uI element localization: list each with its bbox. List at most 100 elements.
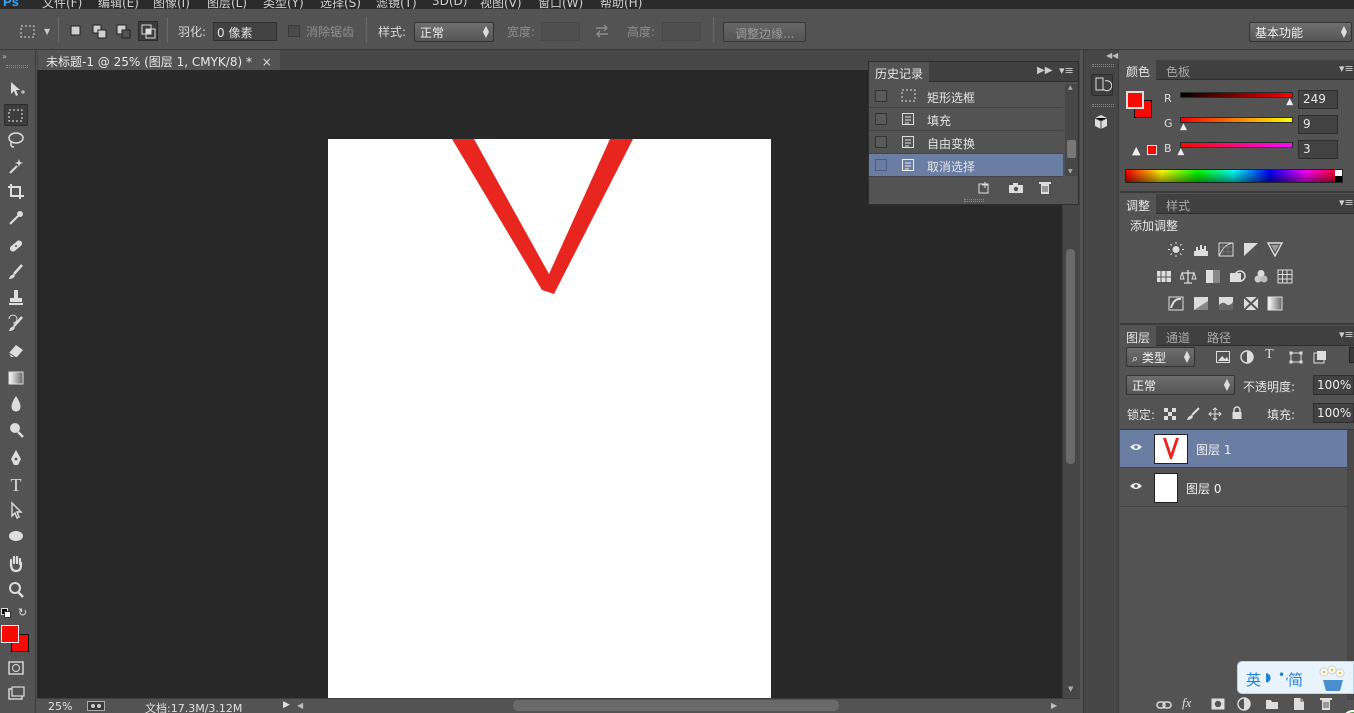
- history-snapshot-checkbox[interactable]: [875, 136, 887, 148]
- scroll-down-icon[interactable]: ▼: [1068, 168, 1073, 175]
- refine-edge-button[interactable]: 调整边缘...: [723, 22, 807, 42]
- lock-pixels-brush-icon[interactable]: [1186, 407, 1200, 421]
- tab-adjustments[interactable]: 调整: [1120, 194, 1157, 214]
- foreground-color-swatch[interactable]: [1, 625, 19, 643]
- g-slider-knob[interactable]: ▲: [1180, 122, 1187, 132]
- gamut-color-swatch[interactable]: [1147, 145, 1157, 155]
- menu-3d[interactable]: 3D(D): [432, 0, 467, 8]
- filter-shape-icon[interactable]: [1289, 351, 1303, 364]
- ime-mode[interactable]: 简: [1288, 669, 1303, 690]
- tab-color[interactable]: 颜色: [1120, 60, 1157, 80]
- scroll-down-icon[interactable]: ▼: [1068, 685, 1073, 693]
- brightness-icon[interactable]: [1168, 242, 1185, 257]
- preset-dropdown-icon[interactable]: ▼: [44, 27, 50, 36]
- photo-filter-icon[interactable]: [1229, 269, 1246, 284]
- blur-tool-icon[interactable]: [4, 394, 28, 416]
- filter-toggle[interactable]: [1349, 347, 1354, 363]
- black-white-icon[interactable]: [1205, 269, 1222, 284]
- levels-icon[interactable]: [1193, 242, 1210, 257]
- eye-icon[interactable]: [1130, 482, 1142, 490]
- history-scroll-thumb[interactable]: [1067, 140, 1076, 158]
- panel-grip[interactable]: [964, 199, 984, 202]
- crop-tool-icon[interactable]: [4, 182, 28, 204]
- antialias-checkbox[interactable]: [288, 25, 300, 37]
- trash-icon[interactable]: [1038, 181, 1052, 195]
- history-item-selected[interactable]: 取消选择: [869, 154, 1063, 177]
- zoom-level[interactable]: 25%: [48, 700, 72, 713]
- posterize-icon[interactable]: [1193, 296, 1210, 311]
- tab-swatches[interactable]: 色板: [1160, 60, 1196, 80]
- dock-grip[interactable]: [1092, 104, 1114, 107]
- gamut-warning-icon[interactable]: ▲: [1132, 144, 1140, 157]
- workspace-select[interactable]: 基本功能 ▲ ▼: [1249, 22, 1352, 42]
- new-adjustment-layer-icon[interactable]: [1237, 697, 1251, 711]
- ellipse-tool-icon[interactable]: [4, 526, 28, 548]
- document-tab[interactable]: 未标题-1 @ 25% (图层 1, CMYK/8) * ×: [38, 50, 280, 70]
- layer-row-layer-1[interactable]: 图层 1: [1120, 430, 1347, 468]
- menu-select[interactable]: 选择(S): [320, 0, 361, 9]
- b-slider[interactable]: [1180, 142, 1293, 148]
- opacity-input[interactable]: 100%: [1313, 375, 1354, 395]
- vertical-scroll-thumb[interactable]: [1066, 249, 1075, 464]
- curves-icon[interactable]: [1218, 242, 1235, 257]
- default-colors-icon[interactable]: [1, 608, 11, 618]
- tab-layers[interactable]: 图层: [1120, 326, 1157, 346]
- intersect-selection-button[interactable]: [138, 21, 158, 41]
- horizontal-scroll-thumb[interactable]: [513, 700, 839, 711]
- layer-name[interactable]: 图层 1: [1196, 441, 1231, 458]
- brush-tool-icon[interactable]: [4, 262, 28, 284]
- menu-window[interactable]: 窗口(W): [538, 0, 583, 9]
- history-item[interactable]: 自由变换: [869, 131, 1063, 154]
- ime-lang[interactable]: 英: [1246, 669, 1261, 690]
- menu-edit[interactable]: 编辑(E): [98, 0, 139, 9]
- channel-mixer-icon[interactable]: [1253, 269, 1270, 284]
- blend-mode-select[interactable]: 正常 ▲ ▼: [1126, 375, 1235, 395]
- panel-menu-icon[interactable]: ▾≡: [1339, 328, 1354, 341]
- height-input[interactable]: [662, 22, 701, 41]
- filter-smart-object-icon[interactable]: [1313, 350, 1327, 364]
- lock-all-icon[interactable]: [1231, 406, 1243, 420]
- eye-icon[interactable]: [1130, 443, 1142, 451]
- layer-thumbnail[interactable]: [1154, 434, 1188, 464]
- layer-name[interactable]: 图层 0: [1186, 480, 1221, 497]
- menu-image[interactable]: 图像(I): [153, 0, 190, 9]
- scroll-left-icon[interactable]: ◀: [297, 701, 303, 710]
- history-dock-button[interactable]: [1091, 74, 1113, 96]
- rect-marquee-tool-icon[interactable]: [4, 104, 28, 126]
- close-icon[interactable]: ×: [262, 55, 272, 69]
- menu-filter[interactable]: 滤镜(T): [376, 0, 417, 9]
- scroll-right-icon[interactable]: ▶: [1051, 701, 1057, 710]
- layers-scrollbar[interactable]: [1347, 430, 1354, 700]
- tab-channels[interactable]: 通道: [1160, 326, 1196, 346]
- layer-filter-select[interactable]: ⌕ 类型 ▲ ▼: [1126, 347, 1195, 367]
- collapse-arrows-icon[interactable]: »: [2, 52, 7, 61]
- filter-adjustment-icon[interactable]: [1240, 350, 1254, 364]
- marquee-tool-preset-icon[interactable]: [20, 25, 36, 39]
- menu-file[interactable]: 文件(F): [42, 0, 82, 9]
- color-spectrum-bar[interactable]: [1125, 169, 1343, 183]
- healing-brush-tool-icon[interactable]: [4, 236, 28, 258]
- history-scrollbar[interactable]: ▲ ▼: [1065, 84, 1078, 176]
- dock-grip[interactable]: [1092, 64, 1114, 67]
- g-slider[interactable]: [1180, 117, 1293, 123]
- type-tool-icon[interactable]: T: [4, 474, 28, 496]
- status-menu-arrow-icon[interactable]: ▶: [283, 700, 290, 710]
- zoom-tool-icon[interactable]: [4, 580, 28, 602]
- history-snapshot-checkbox[interactable]: [875, 113, 887, 125]
- document-canvas[interactable]: [328, 139, 771, 698]
- lasso-tool-icon[interactable]: [4, 130, 28, 152]
- g-value-input[interactable]: 9: [1298, 115, 1338, 134]
- moon-icon[interactable]: ◗: [1265, 670, 1271, 684]
- new-layer-icon[interactable]: [1292, 697, 1305, 711]
- expand-arrows-icon[interactable]: ▶▶: [1037, 65, 1052, 76]
- status-preview-icon[interactable]: [87, 701, 105, 711]
- gradient-tool-icon[interactable]: [4, 368, 28, 390]
- pen-tool-icon[interactable]: [4, 448, 28, 470]
- invert-icon[interactable]: [1168, 296, 1185, 311]
- screen-mode-icon[interactable]: [4, 684, 28, 706]
- width-input[interactable]: [541, 22, 580, 41]
- panel-menu-icon[interactable]: ▾≡: [1339, 62, 1354, 75]
- panel-foreground-swatch[interactable]: [1126, 91, 1144, 109]
- gradient-map-icon[interactable]: [1267, 296, 1284, 311]
- swap-dimensions-icon[interactable]: [594, 24, 610, 38]
